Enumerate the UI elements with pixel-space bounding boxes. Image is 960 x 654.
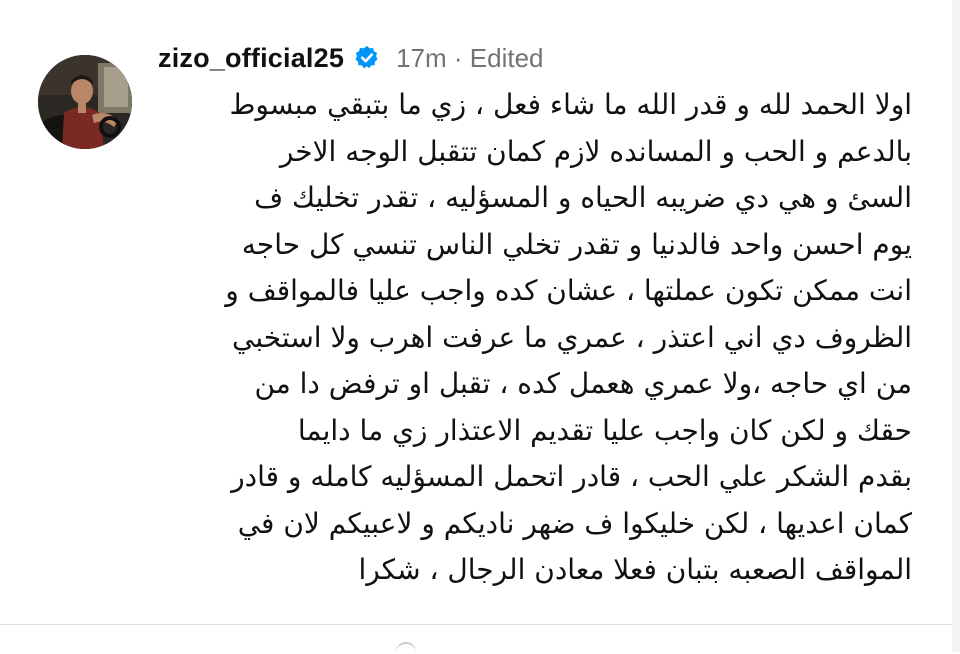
caption-line: حقك و لكن كان واجب عليا تقديم الاعتذار ز… [297, 413, 912, 447]
instagram-post: zizo_official25 17m · Edited اولا الحمد … [0, 0, 960, 652]
divider [0, 624, 952, 625]
post-meta: 17m · Edited [396, 43, 543, 74]
caption-line: اولا الحمد لله و قدر الله ما شاء فعل ، ز… [229, 88, 912, 121]
caption-line: بقدم الشكر علي الحب ، قادر اتحمل المسؤلي… [231, 460, 912, 493]
meta-separator: · [453, 42, 463, 73]
caption-line: انت ممكن تكون عملتها ، عشان كده واجب علي… [225, 274, 912, 307]
next-comment-avatar-icon [396, 642, 416, 654]
scrollbar[interactable] [952, 0, 960, 652]
caption-line: بالدعم و الحب و المسانده لازم كمان تتقبل… [279, 134, 912, 168]
caption-line: السئ و هي دي ضريبه الحياه و المسؤليه ، ت… [254, 181, 912, 214]
post-header: zizo_official25 17m · Edited [158, 40, 544, 76]
post-caption: اولا الحمد لله و قدر الله ما شاء فعل ، ز… [148, 82, 912, 594]
avatar[interactable] [38, 55, 132, 149]
edited-label: Edited [469, 42, 544, 73]
caption-line: من اي حاجه ،ولا عمري هعمل كده ، تقبل او … [254, 367, 912, 400]
username-link[interactable]: zizo_official25 [158, 43, 344, 74]
caption-line: كمان اعديها ، لكن خليكوا ف ضهر ناديكم و … [237, 506, 912, 540]
caption-line: الظروف دي اني اعتذر ، عمري ما عرفت اهرب … [232, 320, 912, 354]
caption-line: يوم احسن واحد فالدنيا و تقدر تخلي الناس … [241, 227, 912, 261]
verified-badge-icon [354, 45, 380, 71]
avatar-photo [38, 55, 132, 149]
caption-line: المواقف الصعبه بتبان فعلا معادن الرجال ،… [358, 553, 912, 586]
timestamp[interactable]: 17m [396, 43, 447, 73]
